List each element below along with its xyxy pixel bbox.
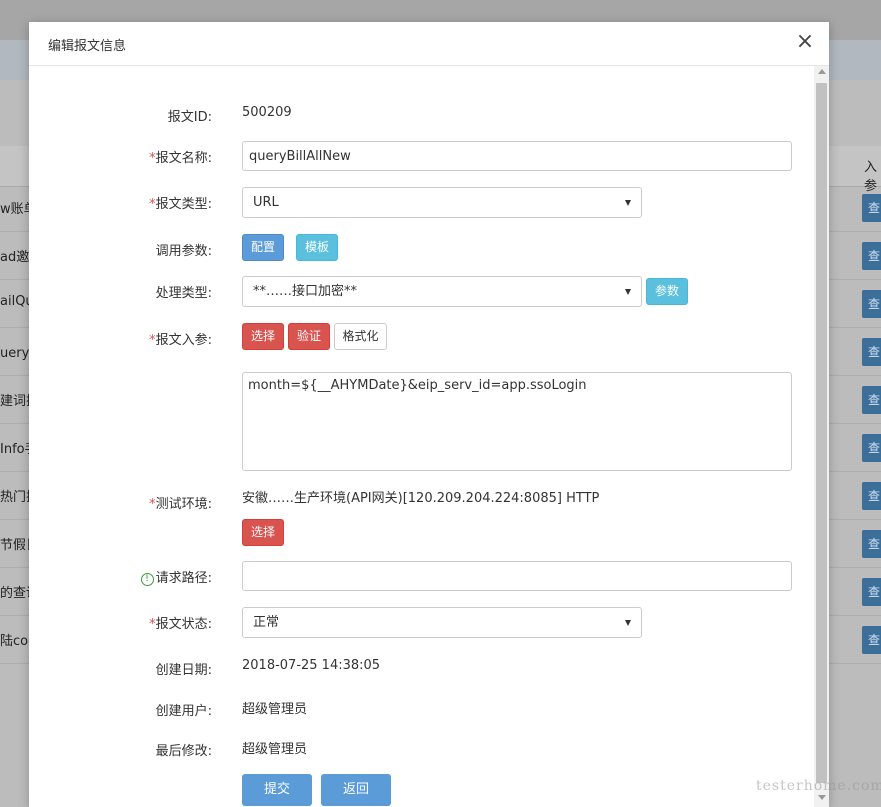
close-button[interactable]: × [795, 31, 815, 53]
input-params-textarea[interactable]: month=${__AHYMDate}&eip_serv_id=app.ssoL… [242, 372, 792, 471]
input-label: *报文入参: [149, 333, 212, 348]
chevron-down-icon [625, 200, 631, 206]
bg-row-action-button: 查看 [862, 530, 881, 558]
created-user-value: 超级管理员 [242, 702, 308, 717]
scroll-up-icon[interactable] [818, 69, 826, 74]
info-icon: ! [140, 573, 154, 586]
back-button[interactable]: 返回 [321, 774, 391, 806]
type-selected-value: URL [253, 195, 279, 210]
scroll-down-icon[interactable] [818, 795, 826, 800]
modal-header: 编辑报文信息 × [29, 22, 829, 66]
type-label: *报文类型: [149, 197, 212, 212]
status-select[interactable]: 正常 [242, 607, 642, 638]
chevron-down-icon [625, 289, 631, 295]
env-value: 安徽……生产环境(API网关)[120.209.204.224:8085] HT… [242, 491, 600, 506]
name-label: *报文名称: [149, 151, 212, 166]
bg-row-action-button: 查看 [862, 290, 881, 318]
process-label: 处理类型: [155, 286, 212, 301]
process-selected-value: **……接口加密** [253, 284, 358, 299]
process-params-button[interactable]: 参数 [646, 278, 688, 305]
watermark: testerhome.com [756, 778, 881, 794]
submit-button[interactable]: 提交 [242, 774, 312, 806]
name-input[interactable] [242, 141, 792, 171]
chevron-down-icon [625, 620, 631, 626]
type-select[interactable]: URL [242, 187, 642, 218]
bg-row-action-button: 查看 [862, 194, 881, 222]
modified-label: 最后修改: [155, 744, 212, 759]
path-label: ! 请求路径: [59, 567, 212, 586]
modal-scrollbar[interactable] [814, 66, 829, 807]
template-button[interactable]: 模板 [296, 234, 338, 261]
path-input[interactable] [242, 561, 792, 591]
id-value: 500209 [242, 105, 292, 120]
bg-row-action-button: 查看 [862, 242, 881, 270]
verify-button[interactable]: 验证 [288, 323, 330, 350]
bg-row-action-button: 查看 [862, 578, 881, 606]
config-button[interactable]: 配置 [242, 234, 284, 261]
input-select-button[interactable]: 选择 [242, 323, 284, 350]
status-label: *报文状态: [149, 617, 212, 632]
modal-title: 编辑报文信息 [48, 39, 127, 54]
created-user-label: 创建用户: [155, 704, 212, 719]
bg-row-action-button: 查看 [862, 338, 881, 366]
modified-value: 超级管理员 [242, 742, 308, 757]
bg-row-action-button: 查看 [862, 386, 881, 414]
bg-row-action-button: 查看 [862, 482, 881, 510]
status-selected-value: 正常 [253, 615, 280, 630]
bg-row-action-button: 查看 [862, 626, 881, 654]
created-date-value: 2018-07-25 14:38:05 [242, 658, 381, 673]
edit-message-modal: 编辑报文信息 × 报文ID: 500209 *报文名称: *报文类型: URL … [29, 22, 829, 807]
params-label: 调用参数: [155, 244, 212, 259]
env-select-button[interactable]: 选择 [242, 519, 284, 546]
created-date-label: 创建日期: [155, 663, 212, 678]
process-select[interactable]: **……接口加密** [242, 276, 642, 307]
id-label: 报文ID: [167, 110, 212, 125]
format-button[interactable]: 格式化 [334, 323, 387, 350]
bg-row-action-button: 查看 [862, 434, 881, 462]
env-label: *测试环境: [149, 497, 212, 512]
scroll-thumb[interactable] [816, 83, 827, 783]
